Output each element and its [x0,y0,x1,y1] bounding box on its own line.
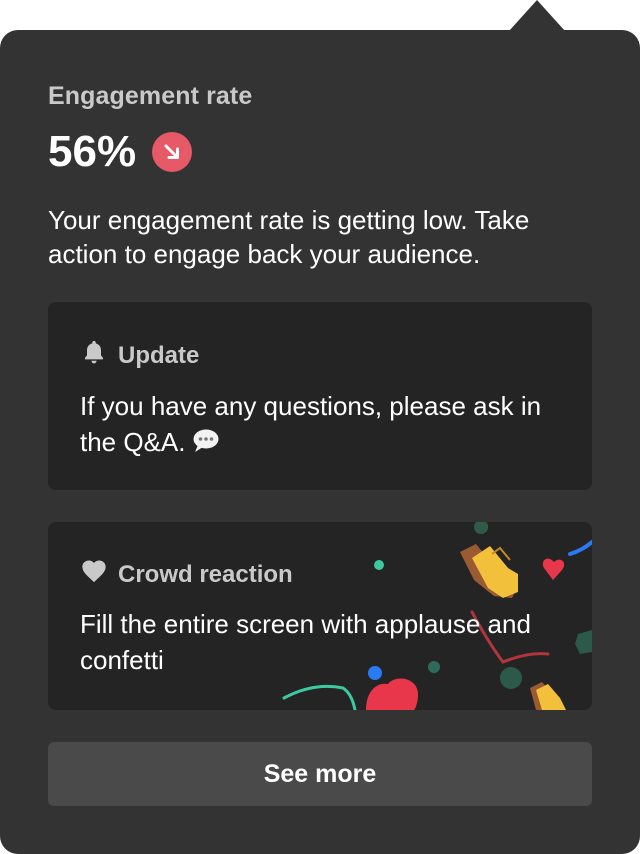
speech-bubble-icon [192,427,220,463]
update-card: Update If you have any questions, please… [48,302,592,490]
see-more-button[interactable]: See more [48,742,592,806]
update-card-text: If you have any questions, please ask in… [80,391,542,457]
clapping-hands-icon [530,682,566,710]
crowd-card-body: Fill the entire screen with applause and… [80,609,531,675]
update-card-title: Update [118,341,200,369]
metric-row: 56% [48,122,193,182]
metric-title: Engagement rate [48,82,253,110]
popover-caret [509,0,565,31]
bell-icon [80,338,108,373]
update-card-header: Update [80,338,199,373]
update-card-body: If you have any questions, please ask in… [80,388,570,463]
arrow-down-right-icon [152,132,193,172]
clapping-hands-icon [460,544,518,598]
metric-value: 56% [48,127,137,176]
crowd-reaction-card[interactable]: Crowd reaction Fill the entire screen wi… [48,522,592,710]
engagement-description: Your engagement rate is getting low. Tak… [48,205,530,269]
